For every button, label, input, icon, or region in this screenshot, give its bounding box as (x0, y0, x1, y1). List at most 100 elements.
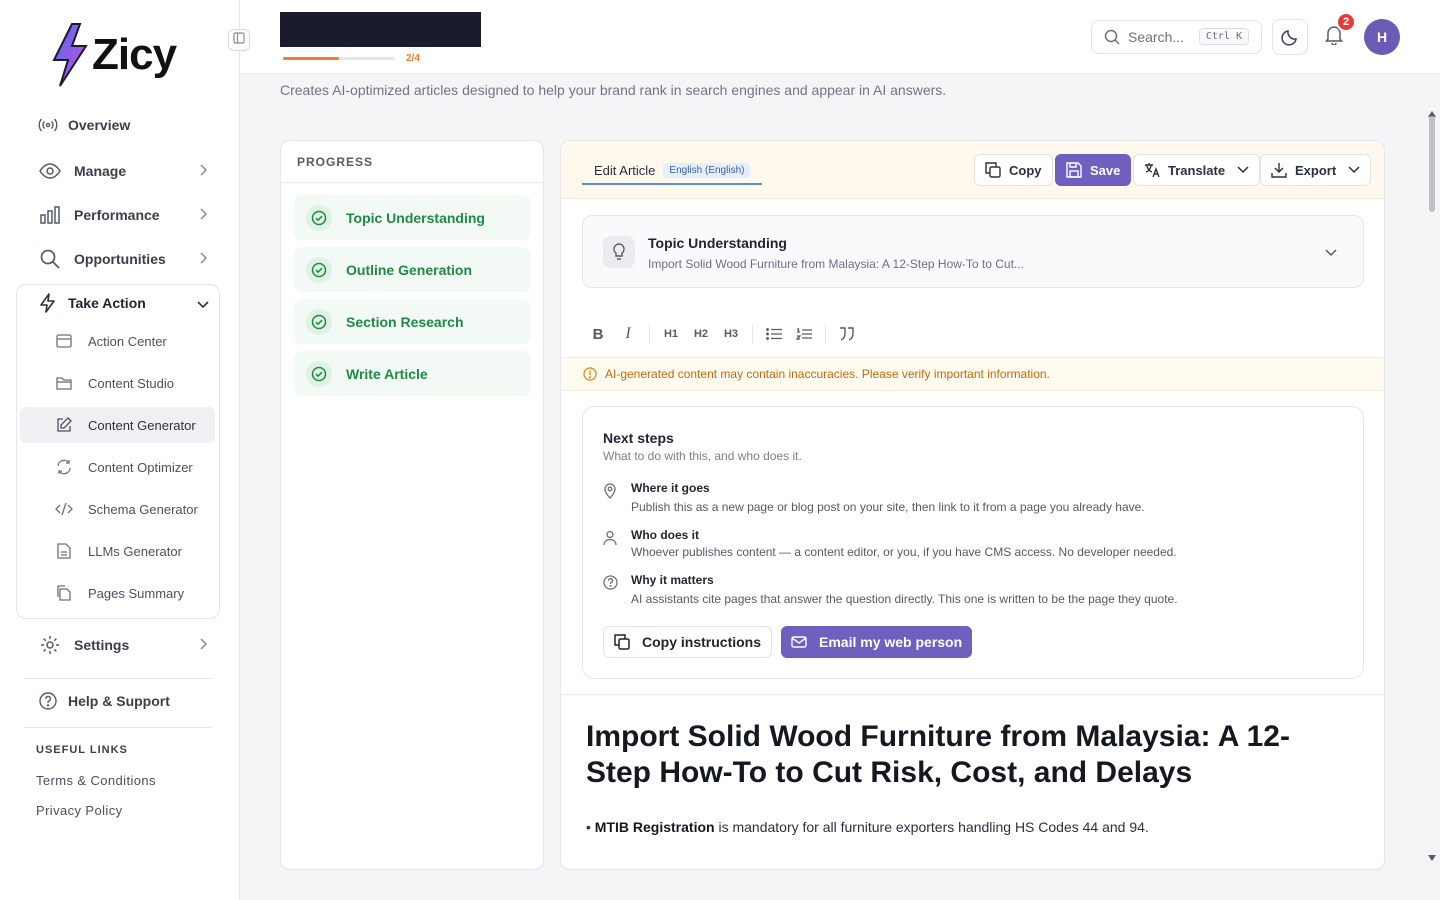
editor-toolbar: Edit Article English (English) Copy Save… (561, 141, 1384, 199)
next-step-detail: Publish this as a new page or blog post … (631, 500, 1145, 514)
step-label: Outline Generation (346, 261, 473, 278)
brand-logo[interactable]: Zicy (50, 22, 177, 88)
sidebar-collapse-button[interactable] (228, 29, 250, 51)
sidebar-item-label: Overview (68, 117, 131, 133)
file-icon (54, 541, 74, 561)
heading3-button[interactable]: H3 (716, 319, 746, 349)
sub-item-label: Pages Summary (88, 585, 185, 601)
topic-understanding-card[interactable]: Topic Understanding Import Solid Wood Fu… (582, 215, 1364, 288)
bullet-list-icon[interactable] (759, 319, 789, 349)
sidebar-item-performance[interactable]: Performance (24, 197, 220, 233)
refresh-icon (54, 457, 74, 477)
heading1-button[interactable]: H1 (656, 319, 686, 349)
save-button[interactable]: Save (1055, 154, 1132, 186)
sidebar-item-content-optimizer[interactable]: Content Optimizer (20, 449, 215, 485)
step-outline-generation[interactable]: Outline Generation (294, 247, 531, 292)
toolbar-separator (825, 325, 826, 343)
article-title[interactable]: Import Solid Wood Furniture from Malaysi… (586, 719, 1346, 791)
gear-icon (38, 633, 62, 657)
sidebar-item-opportunities[interactable]: Opportunities (24, 241, 220, 277)
check-circle-icon (306, 204, 332, 231)
progress-title: PROGRESS (297, 155, 374, 169)
numbered-list-icon[interactable] (789, 319, 819, 349)
sidebar-item-overview[interactable]: Overview (24, 107, 220, 143)
sub-item-label: Content Generator (88, 417, 196, 433)
article-divider (561, 694, 1384, 695)
sidebar-item-take-action[interactable]: Take Action (24, 285, 220, 321)
sub-item-label: Action Center (88, 333, 167, 349)
tab-edit-article[interactable]: Edit Article English (English) (582, 157, 763, 185)
email-web-person-label: Email my web person (819, 634, 963, 650)
step-section-research[interactable]: Section Research (294, 299, 531, 344)
step-write-article[interactable]: Write Article (294, 351, 531, 396)
calendar-icon (54, 331, 74, 351)
search-input[interactable]: Search... Ctrl K (1091, 20, 1262, 54)
export-button[interactable]: Export (1260, 154, 1372, 186)
ai-warning-banner: AI-generated content may contain inaccur… (561, 357, 1384, 391)
copy-instructions-button[interactable]: Copy instructions (603, 626, 773, 658)
warning-text: AI-generated content may contain inaccur… (605, 367, 1050, 381)
page-title-redacted (280, 12, 481, 47)
map-pin-icon (603, 483, 617, 504)
article-paragraph[interactable]: • MTIB Registration is mandatory for all… (586, 819, 1149, 835)
sidebar-item-content-generator[interactable]: Content Generator (20, 407, 215, 443)
chevron-right-icon (198, 207, 208, 224)
brand-name: Zicy (92, 30, 177, 79)
sidebar-item-pages-summary[interactable]: Pages Summary (20, 575, 215, 611)
translate-button[interactable]: Translate (1133, 154, 1261, 186)
language-pill: English (English) (663, 162, 751, 178)
sidebar-divider (24, 678, 212, 679)
step-label: Topic Understanding (346, 209, 485, 226)
topic-title: Topic Understanding (648, 235, 787, 251)
avatar[interactable]: H (1364, 19, 1400, 55)
next-step-detail: AI assistants cite pages that answer the… (631, 592, 1178, 606)
terms-link[interactable]: Terms & Conditions (36, 773, 156, 788)
sidebar-item-llms-generator[interactable]: LLMs Generator (20, 533, 215, 569)
bold-button[interactable]: B (583, 319, 613, 349)
next-steps-subtitle: What to do with this, and who does it. (603, 449, 802, 463)
sidebar-item-schema-generator[interactable]: Schema Generator (20, 491, 215, 527)
sub-item-label: Content Studio (88, 375, 175, 391)
warning-circle-icon (583, 367, 597, 381)
broadcast-icon (36, 113, 60, 137)
email-web-person-button[interactable]: Email my web person (781, 626, 973, 658)
top-header: 2/4 Search... Ctrl K 2 H (240, 0, 1440, 74)
search-placeholder: Search... (1128, 29, 1185, 45)
copy-icon (985, 162, 1001, 178)
sidebar-item-action-center[interactable]: Action Center (20, 323, 215, 359)
copy-button[interactable]: Copy (974, 154, 1053, 186)
sidebar-item-help-support[interactable]: Help & Support (24, 683, 220, 719)
step-progress-fill (283, 57, 339, 60)
sidebar-item-content-studio[interactable]: Content Studio (20, 365, 215, 401)
heading2-button[interactable]: H2 (686, 319, 716, 349)
step-progress-label: 2/4 (406, 53, 420, 64)
privacy-link[interactable]: Privacy Policy (36, 803, 123, 818)
sidebar-item-manage[interactable]: Manage (24, 153, 220, 189)
progress-divider (281, 182, 543, 183)
bar-chart-icon (38, 203, 62, 227)
search-shortcut: Ctrl K (1198, 28, 1249, 45)
scroll-down-icon[interactable] (1428, 848, 1436, 866)
format-toolbar: B I H1 H2 H3 (561, 311, 1384, 357)
step-topic-understanding[interactable]: Topic Understanding (294, 195, 531, 240)
quote-icon[interactable] (832, 319, 862, 349)
article-editor: Edit Article English (English) Copy Save… (560, 140, 1385, 870)
save-label: Save (1090, 162, 1121, 178)
sub-item-label: Schema Generator (88, 501, 198, 517)
article-bold-text: MTIB Registration (594, 819, 715, 835)
sidebar-item-label: Take Action (68, 295, 146, 311)
page-scrollbar[interactable] (1426, 104, 1438, 861)
chevron-down-icon[interactable] (1325, 244, 1337, 262)
sidebar-item-label: Settings (74, 637, 130, 653)
sidebar-item-settings[interactable]: Settings (24, 627, 220, 663)
scroll-thumb[interactable] (1429, 116, 1435, 212)
edit-icon (54, 415, 74, 435)
next-step-heading: Where it goes (631, 481, 710, 495)
next-steps-title: Next steps (603, 430, 674, 446)
theme-toggle-button[interactable] (1272, 19, 1308, 55)
sidebar-item-label: Manage (74, 163, 127, 179)
folder-icon (54, 373, 74, 393)
toolbar-separator (752, 325, 753, 343)
chevron-down-icon (1348, 166, 1360, 174)
italic-button[interactable]: I (613, 319, 643, 349)
